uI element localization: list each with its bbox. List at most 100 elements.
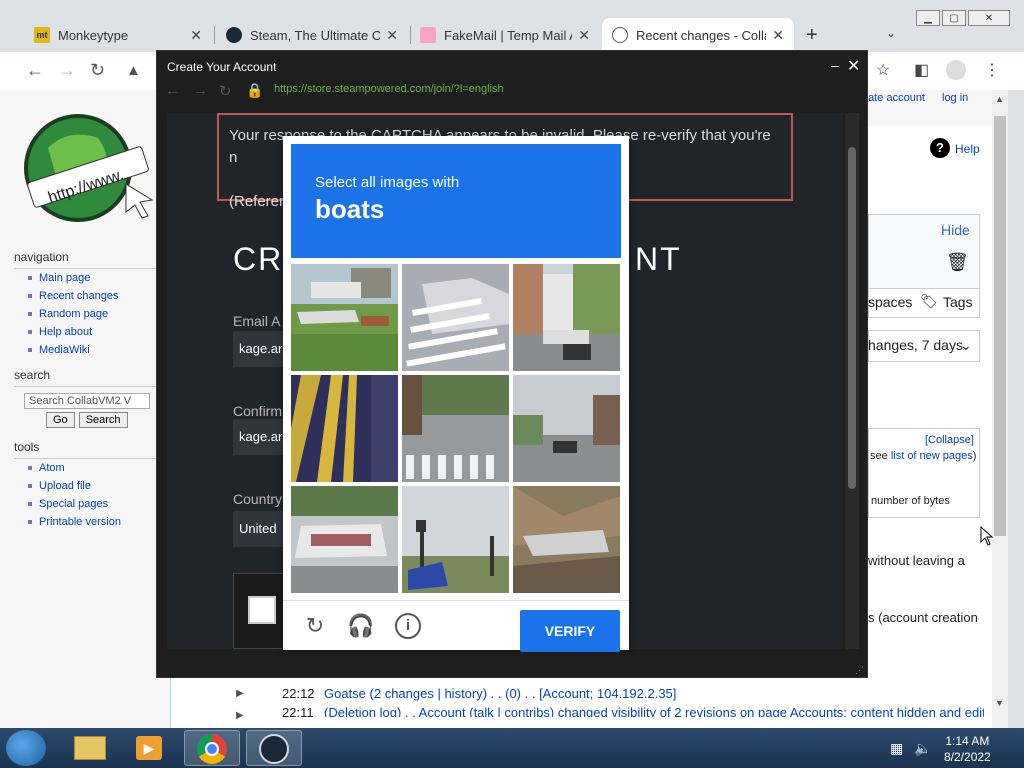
menu-kebab-icon[interactable]: ⋮	[984, 60, 1000, 80]
side-panel-icon[interactable]: ◧	[914, 60, 929, 80]
trash-icon[interactable]: 🗑	[946, 252, 969, 273]
tags-label[interactable]: Tags	[943, 294, 973, 310]
help-icon[interactable]: ?	[930, 138, 950, 158]
tab-search-icon[interactable]: ⌄	[886, 26, 896, 40]
tab-recent-changes[interactable]: Recent changes - Collab ✕	[602, 18, 794, 52]
forward-icon[interactable]: →	[193, 82, 208, 99]
resize-grip-icon[interactable]: ⋰	[855, 665, 864, 676]
explorer-taskbar-icon[interactable]	[62, 730, 118, 766]
go-button[interactable]: Go	[46, 412, 75, 428]
media-player-taskbar-icon[interactable]: ▶	[122, 730, 178, 766]
page-scrollbar[interactable]: ▲ ▼	[992, 90, 1008, 728]
popup-scrollbar[interactable]	[845, 113, 859, 649]
sidebar-item-upload-file[interactable]: Upload file	[14, 477, 156, 495]
close-icon[interactable]: ✕	[578, 27, 590, 44]
recaptcha-checkbox[interactable]	[248, 596, 276, 624]
back-icon[interactable]: ←	[26, 60, 44, 81]
tab-label: Monkeytype	[58, 27, 129, 43]
log-entry[interactable]: (Deletion log) . . Account (talk | contr…	[324, 705, 984, 717]
popup-address-bar: ← → ↻ 🔒 https://store.steampowered.com/j…	[157, 79, 867, 107]
new-tab-button[interactable]: +	[806, 24, 818, 47]
challenge-footer: ↻ 🎧 i VERIFY	[283, 600, 629, 652]
sidebar-item-help-cont[interactable]: MediaWiki	[14, 341, 156, 359]
taskbar-clock[interactable]: 1:14 AM 8/2/2022	[944, 733, 991, 765]
wiki-logo-icon: http://www.	[24, 114, 154, 222]
scroll-down-icon[interactable]: ▼	[995, 698, 1004, 708]
steam-favicon-icon	[226, 27, 242, 43]
network-icon[interactable]: ▦	[890, 740, 903, 757]
without-text: without leaving a	[868, 553, 965, 568]
new-pages-link[interactable]: list of new pages	[891, 450, 973, 462]
scrollbar-thumb[interactable]	[994, 116, 1006, 536]
help-link[interactable]: Help	[955, 142, 980, 156]
sidebar-item-recent-changes[interactable]: Recent changes	[14, 287, 156, 305]
volume-icon[interactable]: 🔈	[914, 740, 931, 757]
minimize-icon[interactable]: ▁	[916, 10, 940, 26]
log-in-link[interactable]: log in	[942, 92, 968, 104]
search-button[interactable]: Search	[78, 412, 128, 428]
captcha-tile[interactable]	[402, 264, 509, 371]
tab-monkeytype[interactable]: mt Monkeytype ✕	[24, 18, 212, 52]
popup-url: https://store.steampowered.com/join/?l=e…	[274, 83, 504, 95]
captcha-tile[interactable]	[402, 486, 509, 593]
captcha-tile[interactable]	[291, 375, 398, 482]
sidebar-item-atom[interactable]: Atom	[14, 459, 156, 477]
hide-link[interactable]: Hide	[941, 222, 970, 238]
close-icon[interactable]: ✕	[386, 27, 398, 44]
close-icon[interactable]: ✕	[190, 27, 202, 44]
captcha-tile[interactable]	[513, 375, 620, 482]
see-new-pages-text: see list of new pages)	[870, 450, 977, 462]
reload-icon[interactable]: ↻	[90, 60, 105, 81]
log-time: 22:12	[282, 686, 315, 701]
reload-icon[interactable]: ↻	[301, 613, 329, 641]
captcha-tile[interactable]	[291, 486, 398, 593]
warning-icon[interactable]: ▲	[126, 62, 141, 79]
tag-icon: 🏷	[920, 293, 938, 309]
globe-icon	[612, 27, 628, 43]
folder-icon	[74, 736, 106, 760]
collapse-link[interactable]: [Collapse]	[925, 434, 974, 446]
back-icon[interactable]: ←	[165, 82, 180, 99]
sidebar-item-special-pages[interactable]: Special pages	[14, 495, 156, 513]
expand-arrow-icon[interactable]: ▶	[236, 710, 244, 721]
captcha-tile[interactable]	[513, 486, 620, 593]
scrollbar-thumb[interactable]	[848, 147, 856, 489]
chrome-taskbar-icon[interactable]	[184, 730, 240, 766]
scroll-up-icon[interactable]: ▲	[995, 94, 1004, 104]
profile-avatar-icon[interactable]	[946, 60, 966, 80]
verify-button[interactable]: VERIFY	[520, 610, 620, 652]
captcha-tile[interactable]	[291, 264, 398, 371]
bytes-text: number of bytes	[871, 495, 950, 507]
close-icon[interactable]: ✕	[772, 27, 784, 44]
captcha-tile[interactable]	[513, 264, 620, 371]
steam-taskbar-icon[interactable]	[246, 730, 302, 766]
forward-icon[interactable]: →	[58, 60, 76, 81]
page-heading-left: CR	[233, 241, 284, 277]
tab-label: FakeMail | Temp Mail Ad	[444, 27, 573, 43]
namespaces-label[interactable]: spaces	[868, 294, 912, 310]
headphones-icon[interactable]: 🎧	[347, 613, 375, 641]
sidebar-item-main-page[interactable]: Main page	[14, 269, 156, 287]
sidebar-item-help[interactable]: Help about	[14, 323, 156, 341]
bookmark-star-icon[interactable]: ☆	[876, 60, 890, 80]
challenge-target: boats	[315, 194, 385, 224]
sidebar-item-random-page[interactable]: Random page	[14, 305, 156, 323]
maximize-icon[interactable]: ▢	[942, 10, 966, 26]
search-input[interactable]: Search CollabVM2 V	[24, 393, 150, 409]
sidebar-item-printable-version[interactable]: Printable version	[14, 513, 156, 531]
reload-icon[interactable]: ↻	[219, 82, 232, 100]
log-entry[interactable]: Goatse (2 changes | history) . . (0) . .…	[324, 686, 676, 701]
start-button-icon[interactable]	[6, 730, 46, 766]
info-icon[interactable]: i	[395, 613, 421, 639]
expand-arrow-icon[interactable]: ▶	[236, 688, 244, 699]
minimize-icon[interactable]: –	[831, 57, 839, 73]
create-account-link[interactable]: eate account	[862, 92, 925, 104]
captcha-tile[interactable]	[402, 375, 509, 482]
tab-steam[interactable]: Steam, The Ultimate Onl ✕	[216, 18, 408, 52]
close-icon[interactable]: ✕	[847, 56, 860, 76]
close-window-icon[interactable]: ✕	[968, 10, 1010, 26]
tab-fakemail[interactable]: FakeMail | Temp Mail Ad ✕	[410, 18, 600, 52]
recaptcha-challenge: Select all images with boats ↻ 🎧 i VERIF…	[283, 136, 629, 652]
chrome-icon	[197, 734, 227, 764]
account-creation-text: s (account creation	[868, 610, 978, 625]
